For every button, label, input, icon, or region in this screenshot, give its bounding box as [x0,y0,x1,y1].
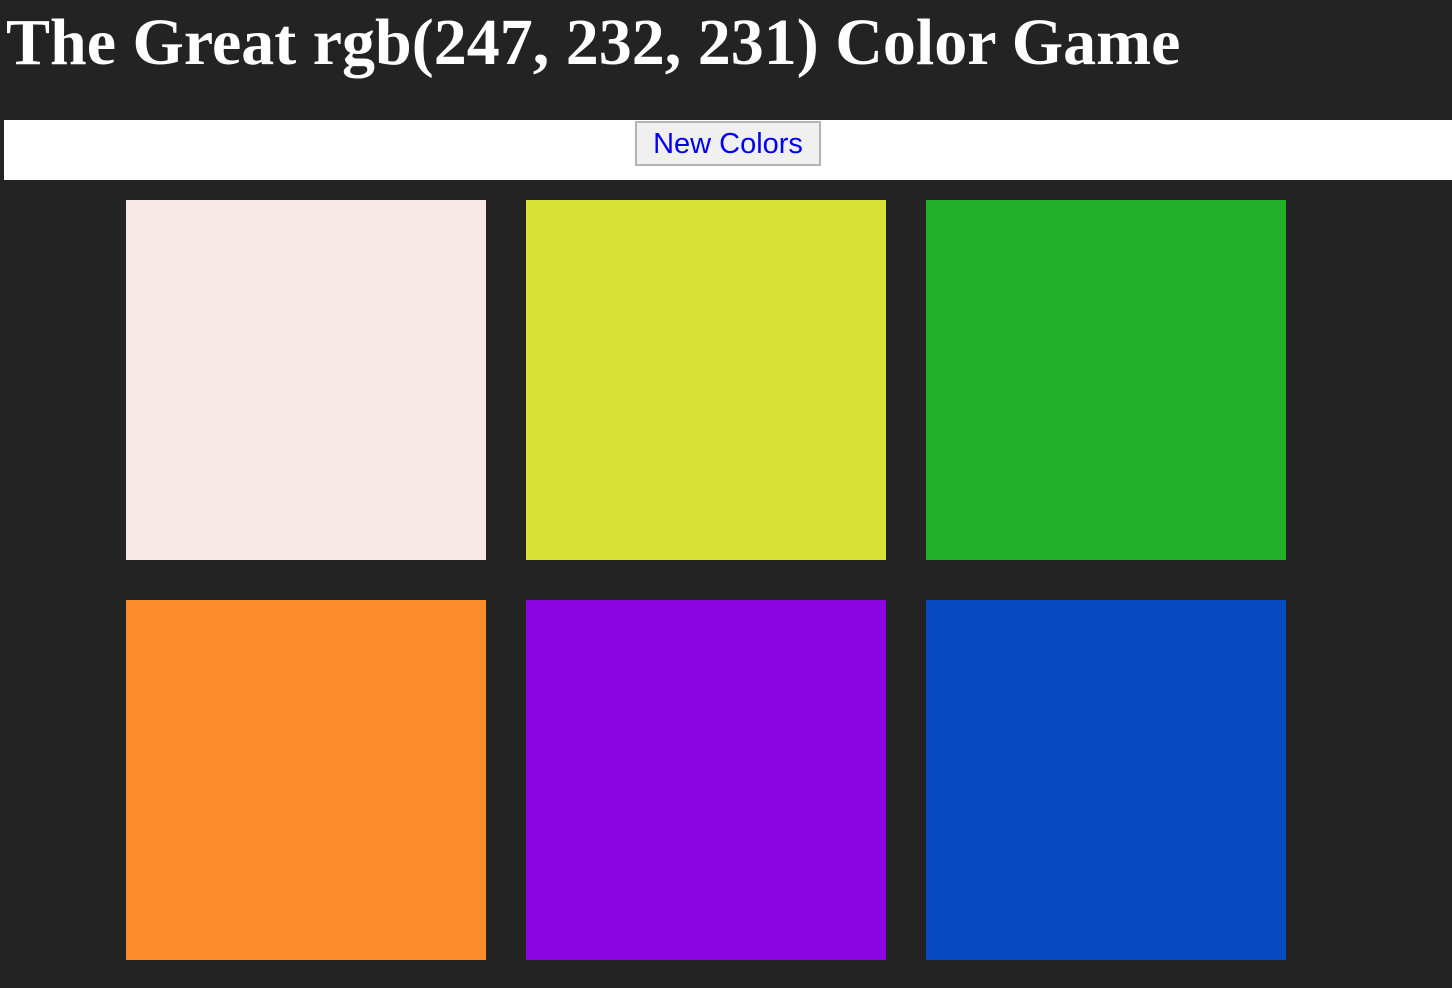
game-title: The Great rgb(247, 232, 231) Color Game [6,6,1181,79]
new-colors-button[interactable]: New Colors [635,121,821,166]
color-square-1[interactable] [126,200,486,560]
color-square-4[interactable] [126,600,486,960]
controls-stripe: New Colors [4,120,1452,180]
color-square-6[interactable] [926,600,1286,960]
squares-grid [126,200,1326,980]
color-square-3[interactable] [926,200,1286,560]
color-square-2[interactable] [526,200,886,560]
color-square-5[interactable] [526,600,886,960]
